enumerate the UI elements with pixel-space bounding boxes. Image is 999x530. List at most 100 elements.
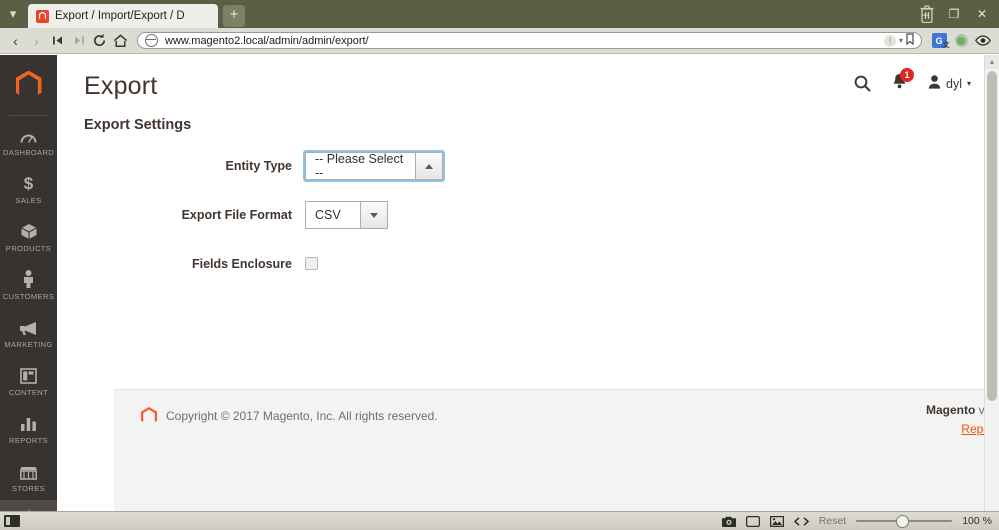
store-icon: [19, 461, 38, 480]
scroll-up-arrow-icon[interactable]: ▲: [985, 55, 999, 69]
sidebar-item-sales[interactable]: $ SALES: [0, 164, 57, 212]
address-bar-actions: ! ▾: [883, 33, 914, 48]
sidebar-item-customers[interactable]: CUSTOMERS: [0, 260, 57, 308]
field-entity-type: Entity Type -- Please Select --: [57, 150, 985, 182]
sidebar-label: STORES: [11, 484, 46, 493]
home-button[interactable]: [110, 30, 131, 51]
search-icon[interactable]: [854, 75, 871, 92]
sidebar-item-products[interactable]: PRODUCTS: [0, 212, 57, 260]
field-label: Export File Format: [181, 208, 292, 222]
zoom-slider[interactable]: [856, 514, 953, 528]
field-export-file-format: Export File Format CSV: [57, 201, 985, 229]
sidebar-item-dashboard[interactable]: DASHBOARD: [0, 116, 57, 164]
export-settings-form: Entity Type -- Please Select -- Export F…: [57, 150, 985, 299]
magento-logo-icon[interactable]: [0, 55, 57, 109]
footer-copyright-block: Copyright © 2017 Magento, Inc. All right…: [141, 407, 438, 425]
report-bugs-link[interactable]: Report Bugs: [926, 422, 985, 436]
sidebar-label: CUSTOMERS: [2, 292, 55, 301]
translate-icon[interactable]: G: [928, 30, 950, 51]
admin-page-header: Export 1 dyl ▾: [57, 55, 985, 113]
box-icon: [20, 221, 38, 240]
footer-version-brand: Magento: [925, 403, 976, 417]
field-fields-enclosure: Fields Enclosure: [57, 250, 985, 278]
status-bar-actions: Reset 100 %: [721, 514, 999, 528]
status-bar: Reset 100 %: [0, 511, 999, 530]
address-bar[interactable]: www.magento2.local/admin/admin/export/ !…: [137, 32, 922, 49]
user-name: dyl: [946, 76, 962, 91]
sidebar-item-marketing[interactable]: MARKETING: [0, 308, 57, 356]
code-icon[interactable]: [793, 516, 809, 526]
reload-button[interactable]: [89, 30, 110, 51]
section-title: Export Settings: [84, 117, 192, 133]
admin-content: Export 1 dyl ▾ Export Settings Entity Ty…: [57, 55, 985, 512]
entity-type-value: -- Please Select --: [305, 152, 415, 180]
admin-footer: Copyright © 2017 Magento, Inc. All right…: [114, 389, 985, 512]
first-page-button[interactable]: [47, 30, 68, 51]
workspace-icon[interactable]: [4, 515, 20, 527]
camera-icon[interactable]: [721, 516, 736, 527]
page-info-icon[interactable]: !: [883, 34, 896, 47]
entity-type-dropdown-button[interactable]: [415, 152, 443, 180]
layout-icon: [20, 365, 37, 384]
magento-logo-icon: [141, 407, 157, 423]
export-file-format-select[interactable]: CSV: [305, 201, 388, 229]
browser-toolbar: ‹ › www.magento2.local/admin/admin/expor…: [0, 28, 999, 54]
last-page-button[interactable]: [68, 30, 89, 51]
field-label: Entity Type: [225, 159, 292, 173]
dollar-icon: $: [23, 174, 34, 193]
scrollbar-thumb[interactable]: [987, 71, 997, 401]
page-scrollbar[interactable]: ▲: [984, 55, 999, 512]
back-button[interactable]: ‹: [5, 30, 26, 51]
export-file-format-value: CSV: [305, 201, 360, 229]
browser-tab-bar: ▾ Export / Import/Export / D + – ❐ ✕: [0, 0, 999, 28]
barchart-icon: [20, 413, 37, 432]
footer-copyright: Copyright © 2017 Magento, Inc. All right…: [166, 409, 438, 423]
close-button[interactable]: ✕: [969, 3, 995, 25]
footer-version: Magento ver. 2.1.7: [926, 403, 985, 417]
eye-icon[interactable]: [972, 30, 994, 51]
maximize-button[interactable]: ❐: [941, 3, 967, 25]
minimize-button[interactable]: –: [913, 3, 939, 25]
bookmark-icon[interactable]: [906, 33, 914, 48]
user-menu[interactable]: dyl ▾: [928, 75, 971, 92]
profile-status-icon[interactable]: [950, 30, 972, 51]
notification-badge: 1: [900, 68, 914, 82]
notifications-button[interactable]: 1: [892, 68, 914, 94]
sidebar-label: REPORTS: [8, 436, 49, 445]
admin-sidebar: DASHBOARD $ SALES PRODUCTS CUSTOMERS MAR…: [0, 55, 57, 512]
address-bar-url: www.magento2.local/admin/admin/export/: [165, 34, 369, 47]
new-tab-button[interactable]: +: [223, 5, 245, 27]
browser-tab[interactable]: Export / Import/Export / D: [28, 4, 218, 28]
magento-admin: DASHBOARD $ SALES PRODUCTS CUSTOMERS MAR…: [0, 55, 999, 512]
megaphone-icon: [19, 317, 38, 336]
user-icon: [928, 75, 941, 92]
chevron-down-icon: ▾: [966, 79, 971, 88]
sidebar-label: DASHBOARD: [2, 148, 55, 157]
gauge-icon: [19, 125, 38, 144]
window-controls: – ❐ ✕: [913, 0, 995, 28]
sidebar-label: SALES: [15, 196, 42, 205]
entity-type-select[interactable]: -- Please Select --: [303, 150, 445, 182]
window-icon[interactable]: [745, 515, 760, 527]
forward-button[interactable]: ›: [26, 30, 47, 51]
chevron-down-icon[interactable]: ▾: [899, 36, 903, 45]
sidebar-item-reports[interactable]: REPORTS: [0, 404, 57, 452]
field-label: Fields Enclosure: [191, 257, 292, 271]
zoom-slider-knob[interactable]: [896, 514, 910, 528]
browser-window: ▾ Export / Import/Export / D + – ❐ ✕ ‹ ›: [0, 0, 999, 530]
picture-icon[interactable]: [769, 515, 784, 527]
chevron-down-icon: [370, 212, 378, 218]
sidebar-label: MARKETING: [4, 340, 53, 349]
chevron-up-icon: [425, 163, 433, 169]
sidebar-item-stores[interactable]: STORES: [0, 452, 57, 500]
zoom-reset-button[interactable]: Reset: [819, 515, 846, 527]
admin-header-actions: 1 dyl ▾: [854, 68, 971, 94]
sidebar-item-content[interactable]: CONTENT: [0, 356, 57, 404]
sidebar-label: CONTENT: [8, 388, 49, 397]
browser-tab-title: Export / Import/Export / D: [55, 10, 185, 22]
chevron-down-icon[interactable]: ▾: [0, 0, 26, 28]
export-file-format-dropdown-button[interactable]: [360, 201, 388, 229]
footer-version-block: Magento ver. 2.1.7 Report Bugs: [926, 403, 985, 436]
fields-enclosure-checkbox[interactable]: [305, 257, 318, 270]
magento-favicon-icon: [36, 9, 49, 23]
